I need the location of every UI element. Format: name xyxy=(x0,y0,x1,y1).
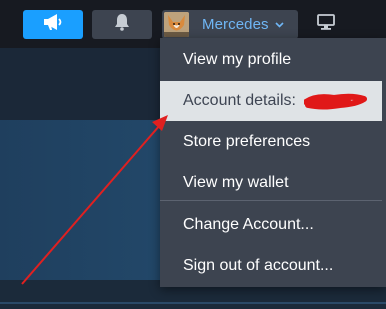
annotation-arrow xyxy=(21,115,168,285)
